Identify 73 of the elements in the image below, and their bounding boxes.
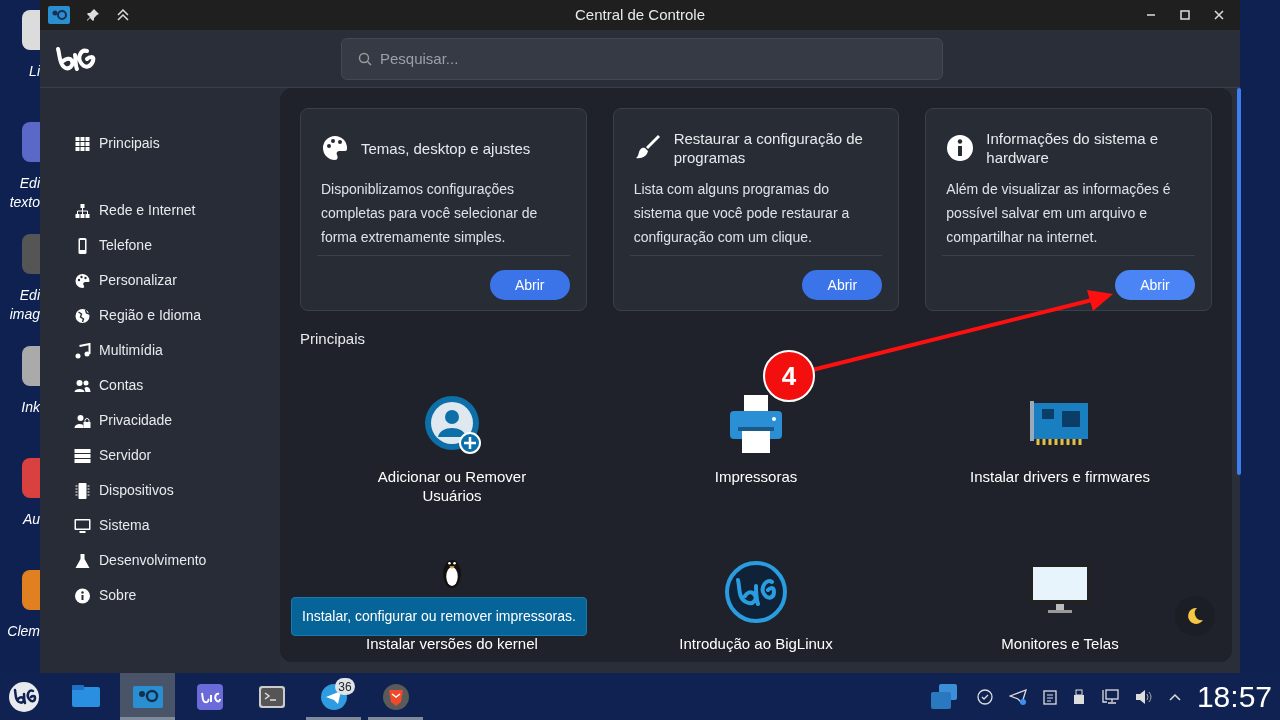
open-button[interactable]: Abrir (1115, 270, 1195, 300)
grid-icon (74, 135, 91, 152)
app-label[interactable]: Introdução ao BigLinux (656, 633, 856, 653)
sidebar-item[interactable]: Privacidade (74, 403, 280, 438)
desktop-icon-label[interactable]: Edi texto (0, 174, 40, 212)
keep-above-icon[interactable] (116, 8, 130, 22)
section-title: Principais (300, 329, 367, 349)
card-title: Restaurar a configuração de programas (673, 129, 864, 167)
desktop-icon-label[interactable]: Au (0, 510, 40, 529)
card-description: Disponiblizamos configurações completas para você selecionar de forma extremamente simples. (320, 180, 539, 247)
clipboard-icon[interactable] (1042, 688, 1057, 705)
sidebar-item[interactable]: Sobre (74, 578, 280, 613)
logo-icon (55, 44, 97, 73)
info-icon (946, 134, 975, 162)
sidebar-item[interactable]: Telefone (74, 228, 280, 263)
sidebar-item[interactable]: Desenvolvimento (74, 543, 280, 578)
app-label[interactable]: Instalar versões do kernel (352, 633, 552, 653)
sidebar-item[interactable]: Servidor (74, 438, 280, 473)
search-icon (358, 51, 372, 66)
count-badge: 36 (335, 678, 355, 695)
desktop-icon-label[interactable]: Li (0, 62, 40, 81)
sidebar-item[interactable]: Região e Idioma (74, 298, 280, 333)
palette-icon (321, 134, 349, 162)
sidebar-item[interactable]: Dispositivos (74, 473, 280, 508)
moon-icon (1185, 606, 1205, 626)
chip-icon (74, 482, 91, 499)
penguin-icon (443, 559, 461, 588)
app-label[interactable]: Impressoras (656, 466, 856, 486)
open-button[interactable]: Abrir (802, 270, 883, 300)
check-circle-icon[interactable] (976, 688, 993, 705)
scrollbar[interactable] (1237, 88, 1241, 475)
sidebar-item[interactable]: Principais (74, 126, 280, 161)
server-icon (74, 447, 91, 464)
app-icon (48, 6, 70, 24)
palette-icon (74, 272, 91, 289)
desktop-icon-label[interactable]: Clem (0, 622, 40, 641)
globe-icon (74, 307, 91, 324)
expand-tray-icon[interactable] (1168, 692, 1181, 701)
app-label[interactable]: Monitores e Telas (960, 633, 1160, 653)
swirl-logo-icon (724, 559, 788, 624)
network-icon[interactable] (1100, 688, 1119, 705)
sidebar-item[interactable]: Rede e Internet (74, 193, 280, 228)
app-label[interactable]: Instalar drivers e firmwares (960, 466, 1160, 486)
window-title: Central de Controle (574, 4, 706, 25)
desktop-icon-label[interactable]: Ink (0, 398, 40, 417)
desktop-icon-label[interactable]: Edi imag (0, 286, 40, 324)
network-icon (74, 202, 91, 219)
sidebar-item[interactable]: Sistema (74, 508, 280, 543)
info-icon (74, 587, 91, 604)
tooltip: Instalar, configurar ou remover impressoras. (291, 597, 587, 636)
app-label[interactable]: Adicionar ou Remover Usuários (352, 466, 552, 505)
card-description: Lista com alguns programas do sistema que você pode restaurar a configuração com um clique. (632, 180, 851, 247)
pin-icon[interactable] (86, 8, 100, 22)
music-note-icon (74, 342, 91, 359)
close-icon[interactable] (1214, 10, 1224, 20)
card-title: Temas, desktop e ajustes (361, 138, 531, 158)
send-icon[interactable] (1008, 688, 1027, 705)
flask-icon (74, 552, 91, 569)
volume-icon[interactable] (1134, 688, 1153, 705)
start-menu-icon[interactable] (8, 680, 40, 713)
search-field[interactable]: Pesquisar... (341, 37, 943, 80)
taskbar-button[interactable]: 36 (306, 673, 361, 720)
clock[interactable]: 18:57 (1196, 681, 1272, 712)
monitor-icon (74, 517, 91, 534)
card-description: Além de visualizar as informações é possível salvar em um arquivo e compartilhar na internet. (945, 180, 1172, 247)
open-button[interactable]: Abrir (489, 270, 570, 300)
maximize-icon[interactable] (1180, 10, 1190, 20)
user-lock-icon (74, 412, 91, 429)
sidebar-item[interactable]: Personalizar (74, 263, 280, 298)
users-icon (74, 377, 91, 394)
card-title: Informações do sistema e hardware (986, 129, 1160, 167)
sidebar-item[interactable]: Contas (74, 368, 280, 403)
sidebar-item[interactable]: Multimídia (74, 333, 280, 368)
